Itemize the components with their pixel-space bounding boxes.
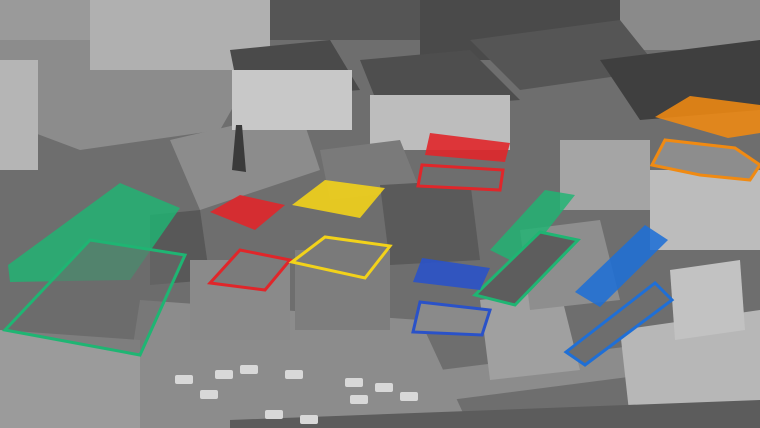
red-outlined-roof	[416, 163, 505, 192]
aerial-photo-canvas	[0, 0, 760, 428]
aerial-photo	[0, 0, 760, 428]
